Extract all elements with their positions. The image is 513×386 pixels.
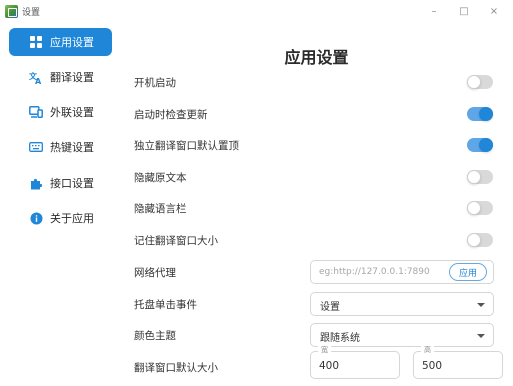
devices-icon	[29, 105, 43, 119]
window-title: 设置	[22, 7, 41, 18]
translate-icon: 文A	[29, 70, 43, 84]
page-title: 应用设置	[284, 48, 349, 67]
setting-row-autostart: 开机启动	[134, 70, 507, 94]
svg-text:A: A	[35, 77, 42, 84]
height-value: 500	[422, 360, 443, 372]
setting-label: 隐藏语言栏	[134, 202, 187, 215]
chevron-down-icon	[477, 303, 485, 307]
setting-row-window-on-top: 独立翻译窗口默认置顶	[134, 133, 507, 157]
sidebar-item-label: 接口设置	[50, 177, 94, 190]
sidebar-item-label: 应用设置	[50, 36, 94, 49]
hide-language-bar-toggle[interactable]	[467, 201, 493, 215]
maximize-button[interactable]: □	[449, 0, 479, 22]
sidebar-item-hotkey-settings[interactable]: 热键设置	[9, 133, 112, 161]
select-value: 跟随系统	[320, 333, 360, 344]
sidebar: 应用设置 文A 翻译设置 外联设置 热键设置 接口设置 关于应用	[0, 22, 120, 386]
setting-row-check-update: 启动时检查更新	[134, 102, 507, 126]
title-bar: 设置 – □ ×	[0, 0, 513, 22]
proxy-field: 应用	[310, 260, 494, 284]
remember-size-toggle[interactable]	[467, 233, 493, 247]
setting-label: 独立翻译窗口默认置顶	[134, 139, 239, 152]
hide-source-toggle[interactable]	[467, 170, 493, 184]
select-value: 设置	[320, 302, 340, 313]
setting-label: 翻译窗口默认大小	[134, 361, 218, 374]
sidebar-item-label: 热键设置	[50, 141, 94, 154]
window-controls: – □ ×	[419, 0, 509, 22]
setting-row-remember-size: 记住翻译窗口大小	[134, 228, 507, 252]
sidebar-item-app-settings[interactable]: 应用设置	[9, 28, 112, 56]
width-value: 400	[319, 360, 340, 372]
keyboard-icon	[29, 140, 43, 154]
sidebar-item-label: 外联设置	[50, 106, 94, 119]
info-icon	[29, 211, 43, 225]
setting-label: 记住翻译窗口大小	[134, 234, 218, 247]
setting-label: 隐藏原文本	[134, 171, 187, 184]
chevron-down-icon	[477, 334, 485, 338]
settings-panel: 应用设置 开机启动 启动时检查更新 独立翻译窗口默认置顶 隐藏原文本 隐藏语言栏…	[120, 22, 513, 386]
autostart-toggle[interactable]	[467, 75, 493, 89]
setting-label: 托盘单击事件	[134, 298, 197, 311]
app-logo-icon	[5, 4, 18, 18]
grid-icon	[29, 35, 43, 49]
sidebar-item-api-settings[interactable]: 接口设置	[9, 169, 112, 197]
apply-proxy-button[interactable]: 应用	[449, 263, 487, 281]
check-update-toggle[interactable]	[467, 107, 493, 121]
setting-row-hide-source: 隐藏原文本	[134, 165, 507, 189]
sidebar-item-label: 关于应用	[50, 212, 94, 225]
tray-click-select[interactable]: 设置	[310, 292, 494, 316]
sidebar-item-external-settings[interactable]: 外联设置	[9, 98, 112, 126]
setting-label: 颜色主题	[134, 329, 176, 342]
theme-select[interactable]: 跟随系统	[310, 323, 494, 347]
sidebar-item-translate-settings[interactable]: 文A 翻译设置	[9, 63, 112, 91]
height-caption: 高	[421, 345, 434, 355]
setting-row-hide-language-bar: 隐藏语言栏	[134, 196, 507, 220]
window-on-top-toggle[interactable]	[467, 138, 493, 152]
sidebar-item-about[interactable]: 关于应用	[9, 204, 112, 232]
height-input[interactable]: 高 500	[413, 345, 503, 379]
puzzle-icon	[29, 176, 43, 190]
sidebar-item-label: 翻译设置	[50, 71, 94, 84]
proxy-input[interactable]	[319, 261, 449, 283]
setting-label: 启动时检查更新	[134, 108, 208, 121]
close-button[interactable]: ×	[479, 0, 509, 22]
minimize-button[interactable]: –	[419, 0, 449, 22]
setting-label: 网络代理	[134, 266, 176, 279]
width-input[interactable]: 宽 400	[310, 345, 400, 379]
width-caption: 宽	[318, 345, 331, 355]
setting-label: 开机启动	[134, 76, 176, 89]
